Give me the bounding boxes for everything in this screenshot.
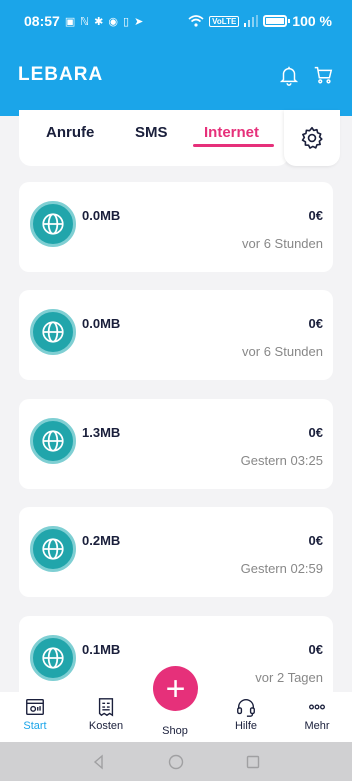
battery-percent: 100 % xyxy=(292,13,332,29)
usage-cost: 0€ xyxy=(308,316,323,331)
globe-icon xyxy=(30,309,76,355)
usage-cost: 0€ xyxy=(308,533,323,548)
usage-time: vor 6 Stunden xyxy=(242,236,323,251)
headset-icon xyxy=(237,699,255,717)
nav-start-label: Start xyxy=(23,720,47,732)
status-icons: ▣ ℕ ✱ ◉ ▯ ➤ xyxy=(64,15,145,28)
dashboard-icon xyxy=(26,698,44,716)
usage-cost: 0€ xyxy=(308,642,323,657)
usage-item[interactable]: 0.0MB 0€ vor 6 Stunden xyxy=(19,182,333,272)
nav-hilfe-label: Hilfe xyxy=(234,720,257,732)
shop-fab-button[interactable]: + xyxy=(153,666,198,711)
settings-button[interactable] xyxy=(284,110,340,166)
signal-icon xyxy=(244,15,259,27)
usage-time: vor 2 Tagen xyxy=(255,670,323,685)
status-bar: 08:57 ▣ ℕ ✱ ◉ ▯ ➤ VoLTE 100 % xyxy=(0,0,352,42)
usage-time: Gestern 03:25 xyxy=(240,453,323,468)
back-icon[interactable] xyxy=(91,753,107,770)
recents-icon[interactable] xyxy=(245,754,261,770)
globe-icon xyxy=(30,526,76,572)
tab-internet[interactable]: Internet xyxy=(204,124,259,141)
usage-amount: 0.0MB xyxy=(82,208,121,223)
brand-logo: LEBARA xyxy=(18,64,104,85)
usage-amount: 0.2MB xyxy=(82,533,121,548)
nav-kosten[interactable]: Kosten xyxy=(76,696,136,732)
globe-icon xyxy=(30,201,76,247)
volte-badge: VoLTE xyxy=(209,15,240,27)
usage-item[interactable]: 0.0MB 0€ vor 6 Stunden xyxy=(19,290,333,380)
active-tab-indicator xyxy=(193,144,274,147)
globe-icon xyxy=(30,635,76,681)
wifi-icon xyxy=(188,15,204,27)
receipt-icon xyxy=(98,698,114,717)
usage-item[interactable]: 0.2MB 0€ Gestern 02:59 xyxy=(19,507,333,597)
usage-time: Gestern 02:59 xyxy=(240,561,323,576)
nav-start[interactable]: Start xyxy=(5,696,65,732)
nav-hilfe[interactable]: Hilfe xyxy=(216,696,276,732)
nav-shop-label: Shop xyxy=(162,725,188,737)
gear-icon xyxy=(301,126,323,149)
usage-item[interactable]: 1.3MB 0€ Gestern 03:25 xyxy=(19,399,333,489)
usage-amount: 0.0MB xyxy=(82,316,121,331)
usage-amount: 1.3MB xyxy=(82,425,121,440)
nav-kosten-label: Kosten xyxy=(88,720,124,732)
usage-tabs: Anrufe SMS Internet xyxy=(19,110,289,166)
status-time: 08:57 xyxy=(24,13,60,29)
tab-sms[interactable]: SMS xyxy=(135,124,168,141)
usage-cost: 0€ xyxy=(308,425,323,440)
home-icon[interactable] xyxy=(168,754,184,770)
system-nav-bar xyxy=(0,742,352,781)
usage-amount: 0.1MB xyxy=(82,642,121,657)
more-icon xyxy=(309,704,325,710)
tab-calls[interactable]: Anrufe xyxy=(46,124,94,141)
bell-icon[interactable] xyxy=(278,64,300,86)
battery-icon xyxy=(263,15,291,27)
globe-icon xyxy=(30,418,76,464)
app-header: 08:57 ▣ ℕ ✱ ◉ ▯ ➤ VoLTE 100 % LEBARA xyxy=(0,0,352,116)
usage-time: vor 6 Stunden xyxy=(242,344,323,359)
nav-mehr-label: Mehr xyxy=(304,720,330,732)
usage-cost: 0€ xyxy=(308,208,323,223)
nav-mehr[interactable]: Mehr xyxy=(287,696,347,732)
cart-icon[interactable] xyxy=(312,64,334,86)
nav-shop[interactable]: Shop xyxy=(145,725,205,737)
